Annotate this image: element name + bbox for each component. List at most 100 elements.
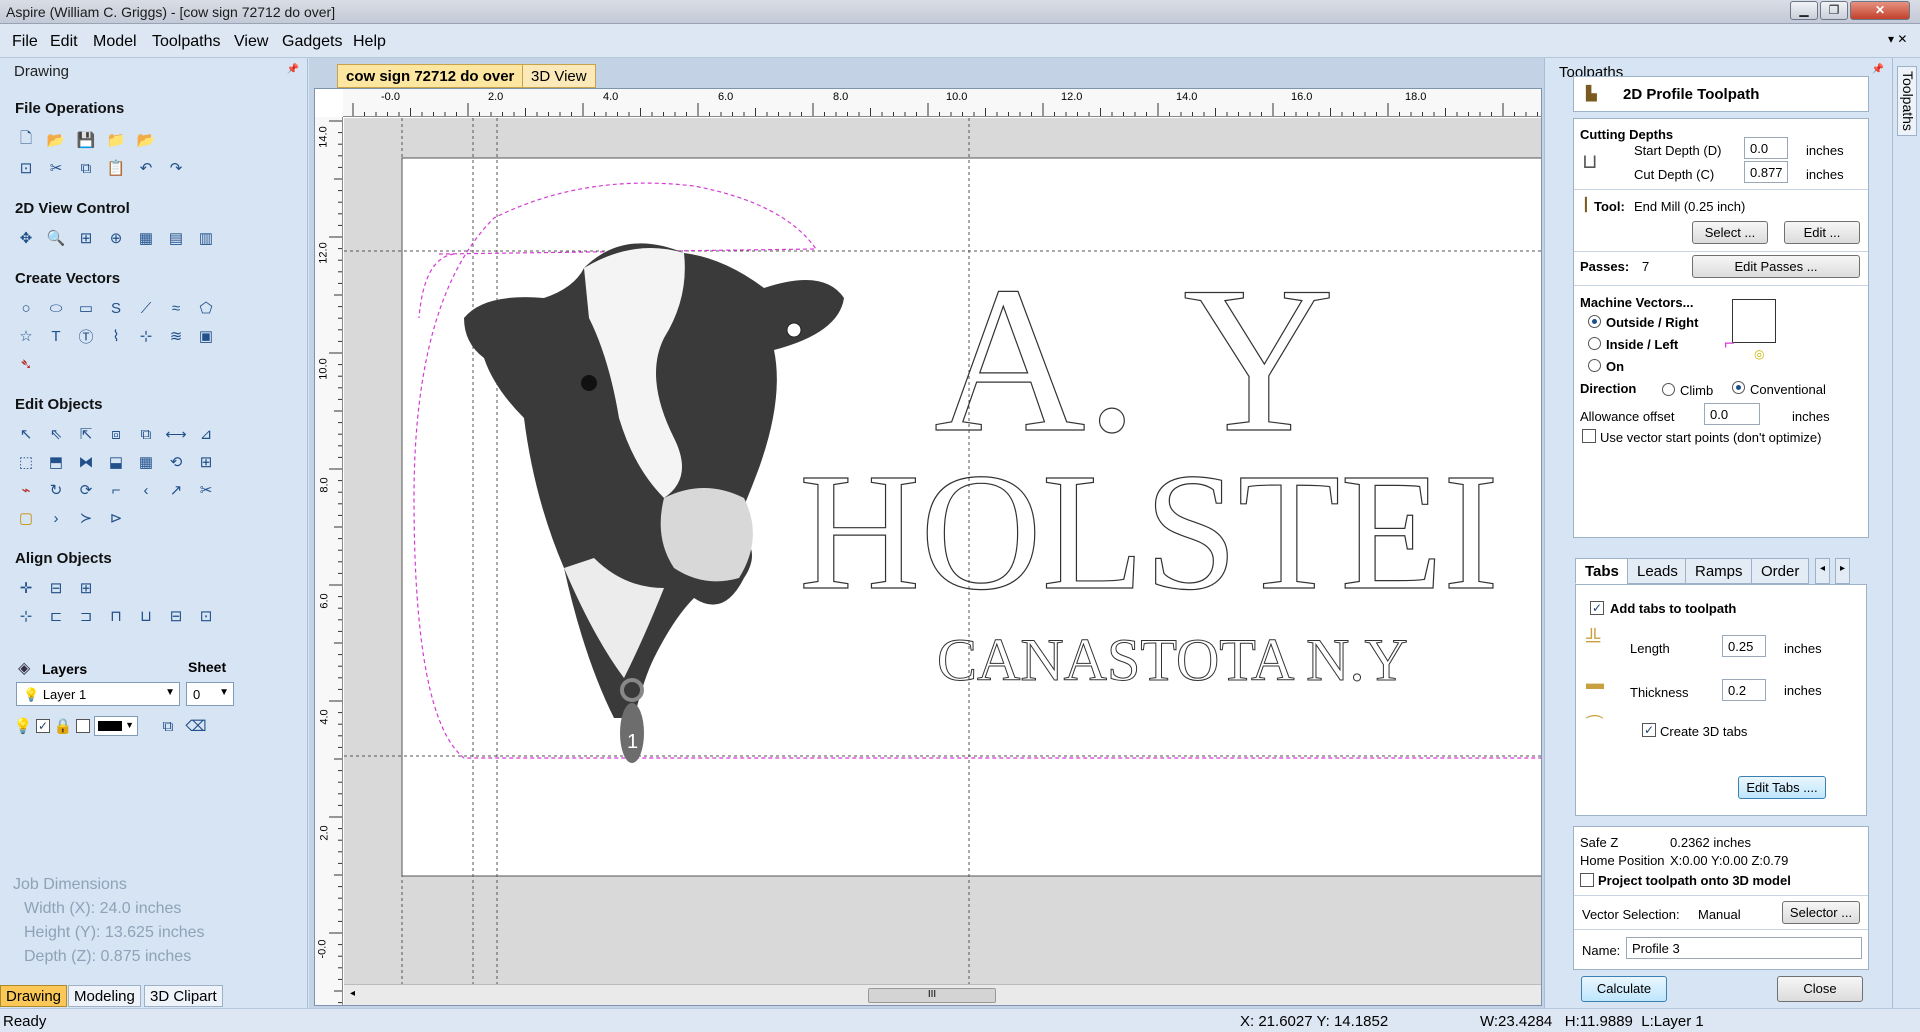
offset-icon[interactable]: ⬚ xyxy=(14,450,38,474)
curve-fit-icon[interactable]: ↗ xyxy=(164,478,188,502)
minimize-button[interactable]: ▁ xyxy=(1790,1,1818,20)
scroll-left-icon[interactable]: ◂ xyxy=(350,988,355,999)
edit-passes-button[interactable]: Edit Passes ... xyxy=(1692,255,1860,278)
curve-icon[interactable]: ≈ xyxy=(164,296,188,320)
import-icon[interactable]: 📂 xyxy=(134,128,158,152)
array-icon[interactable]: ▣ xyxy=(194,324,218,348)
zoom-box-icon[interactable]: ⊞ xyxy=(74,226,98,250)
mirror-icon[interactable]: ⧓ xyxy=(74,450,98,474)
menu-gadgets[interactable]: Gadgets xyxy=(282,33,342,51)
cut-icon[interactable]: ✂ xyxy=(44,156,68,180)
bend-icon[interactable]: ‹ xyxy=(134,478,158,502)
measure-icon[interactable]: ⟷ xyxy=(164,422,188,446)
tab-3d-view[interactable]: 3D View xyxy=(522,64,596,88)
select-icon[interactable]: ↖ xyxy=(14,422,38,446)
horizontal-scrollbar[interactable]: ◂ III xyxy=(344,984,1541,1005)
layer-lock-icon[interactable]: 🔒 xyxy=(54,714,73,738)
allowance-input[interactable]: 0.0 xyxy=(1704,403,1760,425)
layer-select[interactable]: 💡 Layer 1 ▼ xyxy=(16,682,180,706)
align-top-icon[interactable]: ⊓ xyxy=(104,604,128,628)
text-on-curve-icon[interactable]: ⌇ xyxy=(104,324,128,348)
project-toolpath-checkbox[interactable] xyxy=(1580,873,1594,887)
tab-modeling[interactable]: Modeling xyxy=(68,985,141,1007)
climb-radio[interactable] xyxy=(1662,383,1675,396)
menu-model[interactable]: Model xyxy=(93,33,137,51)
trim-icon[interactable]: ⌁ xyxy=(14,478,38,502)
layer-delete-icon[interactable]: ⌫ xyxy=(184,714,208,738)
outside-right-radio[interactable] xyxy=(1588,315,1601,328)
side-tab-toolpaths[interactable]: Toolpaths xyxy=(1897,66,1917,136)
menu-help[interactable]: Help xyxy=(353,33,386,51)
panel-pin-icon[interactable]: ▾ ✕ xyxy=(1888,32,1907,46)
add-tabs-checkbox[interactable]: ✓ xyxy=(1590,601,1604,615)
extend-icon[interactable]: ⌐ xyxy=(104,478,128,502)
sheet-select[interactable]: 0 ▼ xyxy=(186,682,234,706)
job-setup-icon[interactable]: ⊡ xyxy=(14,156,38,180)
text-arc-icon[interactable]: ≋ xyxy=(164,324,188,348)
menu-edit[interactable]: Edit xyxy=(50,33,78,51)
pin-icon[interactable]: 📌 xyxy=(1872,64,1884,75)
align-bottom-icon[interactable]: ⊔ xyxy=(134,604,158,628)
join-icon[interactable]: ⟲ xyxy=(164,450,188,474)
view-layout-1-icon[interactable]: ▦ xyxy=(134,226,158,250)
transform-icon[interactable]: ⇱ xyxy=(74,422,98,446)
fillet-icon[interactable]: ⊞ xyxy=(194,450,218,474)
cut-depth-input[interactable]: 0.877 xyxy=(1744,161,1788,183)
open-folder-icon[interactable]: 📁 xyxy=(104,128,128,152)
close-button[interactable]: Close xyxy=(1777,976,1863,1002)
vector-start-icon[interactable]: ⊳ xyxy=(104,506,128,530)
weld-icon[interactable]: ⬓ xyxy=(104,450,128,474)
toolpath-name-input[interactable]: Profile 3 xyxy=(1626,937,1862,959)
layer-visible-checkbox[interactable]: ✓ xyxy=(36,719,50,733)
layer-lock-checkbox[interactable] xyxy=(76,719,90,733)
calculate-button[interactable]: Calculate xyxy=(1581,976,1667,1002)
smooth-icon[interactable]: ⟳ xyxy=(74,478,98,502)
tab-length-input[interactable]: 0.25 xyxy=(1722,635,1766,657)
open-file-icon[interactable]: 📂 xyxy=(44,128,68,152)
create-3d-tabs-checkbox[interactable]: ✓ xyxy=(1642,723,1656,737)
close-vector-icon[interactable]: › xyxy=(44,506,68,530)
pan-icon[interactable]: ✥ xyxy=(14,226,38,250)
align-center-icon[interactable]: ✛ xyxy=(14,576,38,600)
zoom-icon[interactable]: 🔍 xyxy=(44,226,68,250)
copy-icon[interactable]: ⧉ xyxy=(74,156,98,180)
node-edit-icon[interactable]: ⇖ xyxy=(44,422,68,446)
rectangle-icon[interactable]: ▭ xyxy=(74,296,98,320)
vector-start-points-checkbox[interactable] xyxy=(1582,429,1596,443)
align-hcenter-icon[interactable]: ⊟ xyxy=(44,576,68,600)
text-icon[interactable]: T xyxy=(44,324,68,348)
grid-icon[interactable]: ▦ xyxy=(134,450,158,474)
ellipse-icon[interactable]: ⬭ xyxy=(44,296,68,320)
undo-icon[interactable]: ↶ xyxy=(134,156,158,180)
tab-drawing[interactable]: Drawing xyxy=(0,985,68,1007)
tab-ramps[interactable]: Ramps xyxy=(1685,558,1753,584)
space-h-icon[interactable]: ⊟ xyxy=(164,604,188,628)
tab-scroll-left-icon[interactable]: ◂ xyxy=(1815,558,1831,584)
open-vector-icon[interactable]: ≻ xyxy=(74,506,98,530)
resize-icon[interactable]: ⬒ xyxy=(44,450,68,474)
layer-color-picker[interactable]: ▼ xyxy=(94,716,138,736)
save-icon[interactable]: 💾 xyxy=(74,128,98,152)
start-depth-input[interactable]: 0.0 xyxy=(1744,137,1788,159)
align-vcenter-icon[interactable]: ⊞ xyxy=(74,576,98,600)
layer-visible-icon[interactable]: 💡 xyxy=(14,714,33,738)
menu-view[interactable]: View xyxy=(234,33,268,51)
align-right-icon[interactable]: ⊐ xyxy=(74,604,98,628)
select-tool-button[interactable]: Select ... xyxy=(1692,221,1768,244)
align-left-icon[interactable]: ⊏ xyxy=(44,604,68,628)
nest-icon[interactable]: ▢ xyxy=(14,506,38,530)
menu-toolpaths[interactable]: Toolpaths xyxy=(152,33,221,51)
tab-scroll-right-icon[interactable]: ▸ xyxy=(1835,558,1851,584)
menu-file[interactable]: File xyxy=(12,33,38,51)
pin-icon[interactable]: 📌 xyxy=(287,64,299,75)
dimension-icon[interactable]: ⊹ xyxy=(134,324,158,348)
draw-tool-icon[interactable]: ➴ xyxy=(14,352,38,376)
on-radio[interactable] xyxy=(1588,359,1601,372)
edit-tabs-button[interactable]: Edit Tabs .... xyxy=(1738,776,1826,799)
text-box-icon[interactable]: Ⓣ xyxy=(74,324,98,348)
layer-properties-icon[interactable]: ⧉ xyxy=(156,714,180,738)
tab-tabs[interactable]: Tabs xyxy=(1575,558,1629,584)
drawing-viewport[interactable]: 1 A. Y HOLSTEI CANASTOTA N.Y xyxy=(344,118,1541,984)
view-layout-2-icon[interactable]: ▤ xyxy=(164,226,188,250)
tab-2d-view[interactable]: cow sign 72712 do over xyxy=(337,64,524,88)
